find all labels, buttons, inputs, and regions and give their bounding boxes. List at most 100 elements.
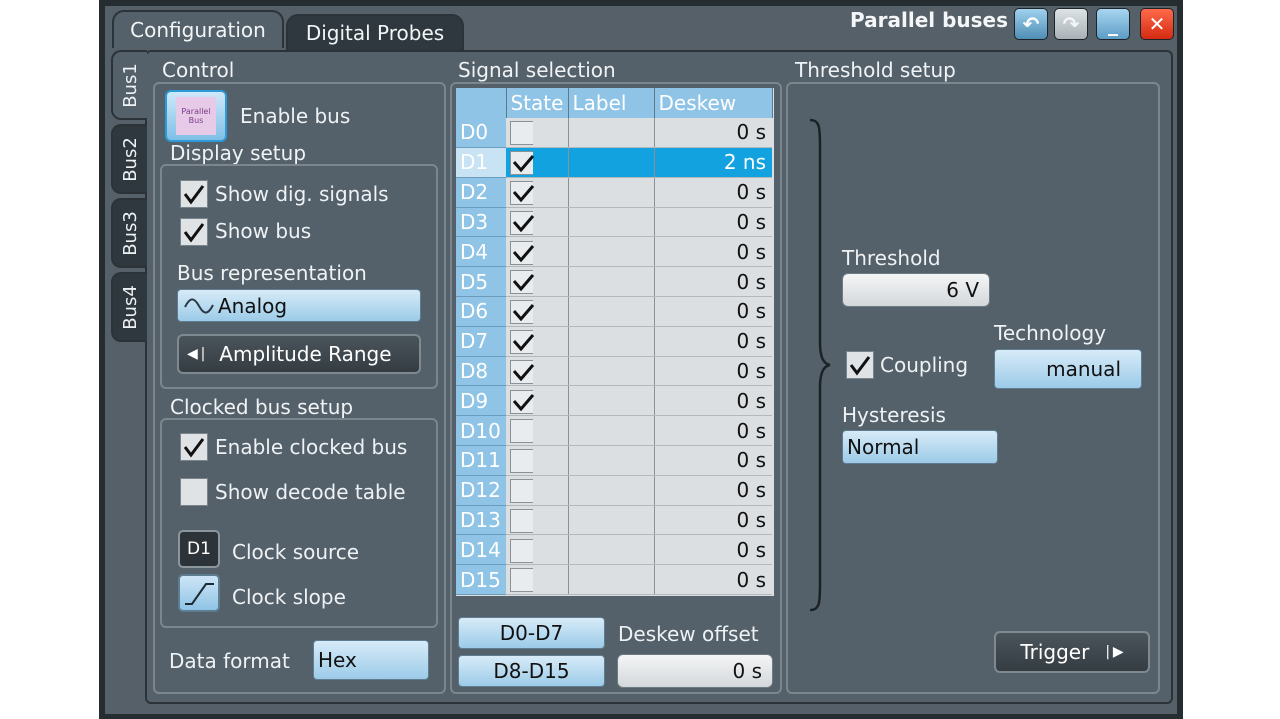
- label-cell[interactable]: [568, 534, 655, 566]
- tab-bus3[interactable]: Bus3: [111, 198, 147, 268]
- state-checkbox[interactable]: [510, 389, 535, 414]
- state-cell[interactable]: [506, 236, 569, 268]
- column-header-label[interactable]: Label: [568, 88, 655, 118]
- column-header-state[interactable]: State: [506, 88, 569, 118]
- label-cell[interactable]: [568, 236, 655, 268]
- tab-bus4[interactable]: Bus4: [111, 272, 147, 342]
- coupling-checkbox[interactable]: [846, 351, 874, 379]
- state-cell[interactable]: [506, 564, 569, 596]
- label-cell[interactable]: [568, 207, 655, 238]
- table-row[interactable]: D2 0 s: [456, 177, 772, 208]
- deskew-cell[interactable]: 0 s: [654, 177, 772, 208]
- state-checkbox[interactable]: [510, 240, 535, 265]
- trigger-button[interactable]: Trigger | ▶: [994, 631, 1150, 673]
- state-checkbox[interactable]: [510, 419, 533, 444]
- redo-button[interactable]: ↷: [1054, 8, 1088, 40]
- state-checkbox[interactable]: [510, 508, 533, 533]
- label-cell[interactable]: [568, 505, 655, 536]
- state-checkbox[interactable]: [510, 300, 535, 325]
- data-format-select[interactable]: Hex: [313, 640, 429, 680]
- tab-bus2[interactable]: Bus2: [111, 124, 147, 194]
- show-dig-signals-checkbox[interactable]: [180, 180, 208, 208]
- label-cell[interactable]: [568, 475, 655, 506]
- state-cell[interactable]: [506, 356, 569, 387]
- table-row[interactable]: D8 0 s: [456, 356, 772, 387]
- bus-representation-select[interactable]: Analog: [177, 289, 421, 322]
- deskew-cell[interactable]: 0 s: [654, 475, 772, 506]
- state-checkbox[interactable]: [510, 151, 535, 176]
- state-checkbox[interactable]: [510, 568, 533, 593]
- table-row[interactable]: D1 2 ns: [456, 147, 772, 178]
- state-cell[interactable]: [506, 207, 569, 238]
- deskew-cell[interactable]: 0 s: [654, 296, 772, 327]
- enable-clocked-bus-checkbox[interactable]: [180, 433, 208, 461]
- deskew-offset-field[interactable]: 0 s: [617, 654, 773, 688]
- table-row[interactable]: D11 0 s: [456, 445, 772, 476]
- state-cell[interactable]: [506, 505, 569, 536]
- technology-select[interactable]: manual: [994, 349, 1142, 389]
- table-row[interactable]: D9 0 s: [456, 385, 772, 417]
- hysteresis-select[interactable]: Normal: [842, 430, 998, 464]
- state-cell[interactable]: [506, 177, 569, 208]
- label-cell[interactable]: [568, 266, 655, 298]
- deskew-cell[interactable]: 0 s: [654, 326, 772, 357]
- enable-bus-button[interactable]: Parallel Bus: [165, 90, 227, 142]
- show-decode-table-checkbox[interactable]: [180, 478, 208, 506]
- label-cell[interactable]: [568, 117, 655, 149]
- label-cell[interactable]: [568, 564, 655, 596]
- state-checkbox[interactable]: [510, 210, 535, 235]
- column-header-deskew[interactable]: Deskew: [654, 88, 773, 118]
- table-row[interactable]: D15 0 s: [456, 564, 772, 596]
- state-cell[interactable]: [506, 266, 569, 298]
- group-d0-d7-button[interactable]: D0-D7: [458, 617, 605, 649]
- minimize-button[interactable]: _: [1096, 8, 1130, 40]
- clock-slope-button[interactable]: [178, 574, 220, 612]
- table-row[interactable]: D10 0 s: [456, 415, 772, 447]
- label-cell[interactable]: [568, 326, 655, 357]
- state-cell[interactable]: [506, 445, 569, 476]
- undo-button[interactable]: ↶: [1014, 8, 1048, 40]
- show-bus-checkbox[interactable]: [180, 218, 208, 246]
- clock-source-button[interactable]: D1: [178, 530, 220, 568]
- amplitude-range-button[interactable]: ◀ | Amplitude Range: [177, 334, 421, 374]
- table-row[interactable]: D7 0 s: [456, 326, 772, 357]
- state-checkbox[interactable]: [510, 538, 533, 563]
- label-cell[interactable]: [568, 385, 655, 417]
- state-checkbox[interactable]: [510, 330, 535, 355]
- state-cell[interactable]: [506, 415, 569, 447]
- label-cell[interactable]: [568, 445, 655, 476]
- table-row[interactable]: D5 0 s: [456, 266, 772, 298]
- deskew-cell[interactable]: 2 ns: [654, 147, 772, 178]
- table-row[interactable]: D12 0 s: [456, 475, 772, 506]
- deskew-cell[interactable]: 0 s: [654, 445, 772, 476]
- group-d8-d15-button[interactable]: D8-D15: [458, 655, 605, 687]
- state-checkbox[interactable]: [510, 359, 535, 384]
- close-button[interactable]: ✕: [1140, 8, 1174, 40]
- deskew-cell[interactable]: 0 s: [654, 266, 772, 298]
- state-cell[interactable]: [506, 385, 569, 417]
- table-row[interactable]: D3 0 s: [456, 207, 772, 238]
- tab-bus1[interactable]: Bus1: [111, 50, 147, 120]
- table-row[interactable]: D4 0 s: [456, 236, 772, 268]
- table-row[interactable]: D0 0 s: [456, 117, 772, 149]
- deskew-cell[interactable]: 0 s: [654, 415, 772, 447]
- state-checkbox[interactable]: [510, 181, 535, 206]
- label-cell[interactable]: [568, 296, 655, 327]
- deskew-cell[interactable]: 0 s: [654, 236, 772, 268]
- table-row[interactable]: D6 0 s: [456, 296, 772, 327]
- label-cell[interactable]: [568, 415, 655, 447]
- state-checkbox[interactable]: [510, 270, 535, 295]
- state-cell[interactable]: [506, 534, 569, 566]
- state-cell[interactable]: [506, 147, 569, 178]
- state-checkbox[interactable]: [510, 479, 533, 503]
- state-cell[interactable]: [506, 117, 569, 149]
- state-cell[interactable]: [506, 475, 569, 506]
- deskew-cell[interactable]: 0 s: [654, 117, 772, 149]
- state-checkbox[interactable]: [510, 449, 533, 474]
- table-row[interactable]: D13 0 s: [456, 505, 772, 536]
- threshold-field[interactable]: 6 V: [842, 273, 990, 307]
- deskew-cell[interactable]: 0 s: [654, 534, 772, 566]
- label-cell[interactable]: [568, 147, 655, 178]
- deskew-cell[interactable]: 0 s: [654, 356, 772, 387]
- tab-digital-probes[interactable]: Digital Probes: [286, 14, 464, 50]
